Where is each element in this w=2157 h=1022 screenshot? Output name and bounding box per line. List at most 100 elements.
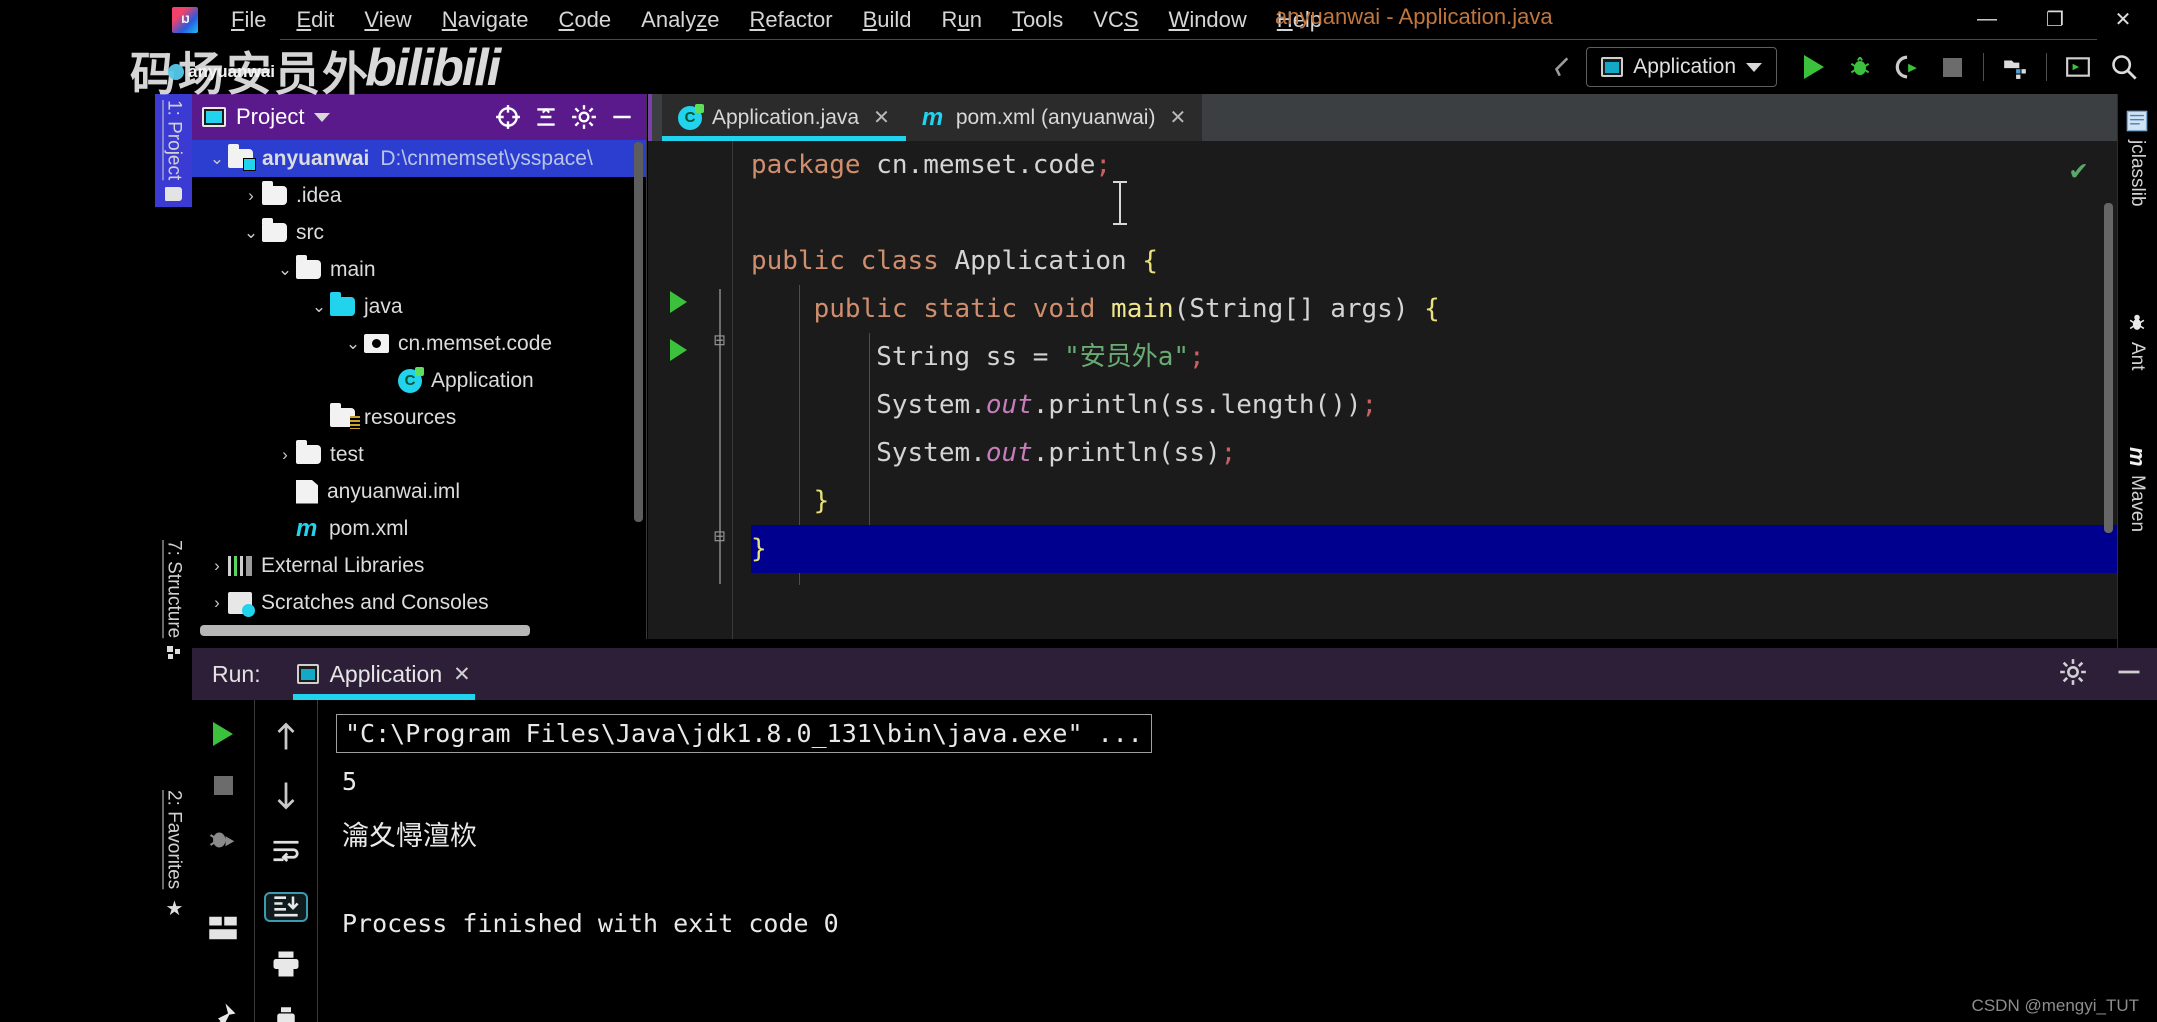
tree-row-idea[interactable]: › .idea bbox=[192, 177, 646, 214]
chevron-down-icon[interactable]: ⌄ bbox=[274, 260, 296, 280]
minimize-icon[interactable]: — bbox=[1953, 0, 2021, 39]
toolbar-separator bbox=[1983, 53, 1984, 81]
sidebar-item-project[interactable]: 1: Project bbox=[155, 94, 192, 208]
tree-row-resources[interactable]: resources bbox=[192, 399, 646, 436]
project-structure-icon[interactable] bbox=[1992, 47, 2038, 87]
tree-row-external-libraries[interactable]: › External Libraries bbox=[192, 547, 646, 584]
close-icon[interactable]: ✕ bbox=[453, 662, 471, 687]
pin-icon[interactable] bbox=[201, 1001, 245, 1022]
chevron-down-icon[interactable]: ⌄ bbox=[342, 334, 364, 354]
stop-icon[interactable] bbox=[201, 776, 245, 795]
menu-item-navigate[interactable]: Navigate bbox=[427, 5, 544, 35]
stop-icon[interactable] bbox=[1929, 47, 1975, 87]
up-arrow-icon[interactable] bbox=[264, 722, 308, 752]
scroll-to-end-icon[interactable] bbox=[264, 892, 308, 922]
gear-icon[interactable] bbox=[570, 103, 598, 131]
inspection-ok-icon[interactable]: ✔ bbox=[2070, 153, 2087, 186]
run-class-gutter-icon[interactable] bbox=[670, 291, 687, 313]
hide-icon[interactable] bbox=[2115, 658, 2143, 691]
print-icon[interactable] bbox=[264, 950, 308, 978]
restore-layout-icon[interactable] bbox=[2055, 47, 2101, 87]
gear-icon[interactable] bbox=[2059, 658, 2087, 691]
fold-collapse-icon[interactable]: ⊟ bbox=[711, 333, 728, 350]
chevron-right-icon[interactable]: › bbox=[240, 186, 262, 206]
tab-pom-xml[interactable]: m pom.xml (anyuanwai) ✕ bbox=[905, 94, 1203, 141]
run-icon[interactable] bbox=[1791, 47, 1837, 87]
tree-row-java[interactable]: ⌄ java bbox=[192, 288, 646, 325]
menu-item-edit[interactable]: Edit bbox=[281, 5, 349, 35]
sidebar-item-structure[interactable]: 7: Structure bbox=[155, 534, 192, 667]
down-arrow-icon[interactable] bbox=[264, 780, 308, 810]
layout-icon[interactable] bbox=[201, 915, 245, 941]
close-icon[interactable]: ✕ bbox=[1169, 105, 1186, 130]
code-line-3: public class Application { bbox=[751, 246, 1158, 276]
tree-row-pom[interactable]: m pom.xml bbox=[192, 510, 646, 547]
chevron-down-icon[interactable]: ⌄ bbox=[240, 223, 262, 243]
chevron-down-icon[interactable] bbox=[314, 112, 331, 122]
menu-item-file[interactable]: File bbox=[216, 5, 281, 35]
tree-row-application-class[interactable]: C Application bbox=[192, 362, 646, 399]
fold-collapse-icon-2[interactable]: ⊟ bbox=[711, 529, 728, 546]
sidebar-item-ant[interactable]: Ant bbox=[2117, 304, 2157, 379]
chevron-right-icon[interactable]: › bbox=[206, 593, 228, 613]
menu-item-build[interactable]: Build bbox=[848, 5, 927, 35]
chevron-right-icon[interactable]: › bbox=[274, 445, 296, 465]
back-arrow-icon[interactable] bbox=[1540, 47, 1586, 87]
trash-icon[interactable] bbox=[264, 1006, 308, 1022]
project-panel-header: Project bbox=[192, 94, 646, 140]
star-icon: ★ bbox=[162, 896, 185, 921]
editor-scrollbar[interactable] bbox=[2104, 203, 2113, 533]
search-everywhere-icon[interactable] bbox=[2101, 47, 2147, 87]
run-window-header: Run: Application ✕ bbox=[192, 648, 2157, 700]
tree-row-src[interactable]: ⌄ src bbox=[192, 214, 646, 251]
menu-item-tools[interactable]: Tools bbox=[997, 5, 1078, 35]
project-vertical-scrollbar[interactable] bbox=[634, 142, 643, 522]
hide-icon[interactable] bbox=[608, 103, 636, 131]
tree-row-scratches[interactable]: › Scratches and Consoles bbox=[192, 584, 646, 621]
collapse-all-icon[interactable] bbox=[532, 103, 560, 131]
project-horizontal-scrollbar[interactable] bbox=[200, 625, 530, 636]
window-controls: — ❐ ✕ bbox=[1953, 0, 2157, 39]
maximize-icon[interactable]: ❐ bbox=[2021, 0, 2089, 39]
left-tab-project-label: 1: Project bbox=[163, 100, 185, 181]
run-method-gutter-icon[interactable] bbox=[670, 339, 687, 361]
menu-item-run[interactable]: Run bbox=[927, 5, 997, 35]
rerun-icon[interactable] bbox=[201, 722, 245, 746]
close-icon[interactable]: ✕ bbox=[873, 105, 890, 130]
tab-application-java[interactable]: C Application.java ✕ bbox=[662, 94, 906, 141]
scroll-from-source-icon[interactable] bbox=[494, 103, 522, 131]
sidebar-item-jclasslib[interactable]: jclasslib bbox=[2117, 102, 2157, 215]
sidebar-item-maven[interactable]: m Maven bbox=[2117, 439, 2157, 540]
close-icon[interactable]: ✕ bbox=[2089, 0, 2157, 39]
toolbar-actions: Application bbox=[1540, 47, 2147, 87]
run-with-coverage-icon[interactable] bbox=[1883, 47, 1929, 87]
tree-row-iml[interactable]: anyuanwai.iml bbox=[192, 473, 646, 510]
tree-row-test[interactable]: › test bbox=[192, 436, 646, 473]
menu-item-code[interactable]: Code bbox=[544, 5, 627, 35]
tree-row-package[interactable]: ⌄ cn.memset.code bbox=[192, 325, 646, 362]
maven-icon: m bbox=[921, 103, 944, 131]
tree-label: java bbox=[364, 294, 403, 318]
debug-icon[interactable] bbox=[1837, 47, 1883, 87]
tree-row-anyuanwai[interactable]: ⌄ anyuanwai D:\cnmemset\ysspace\ bbox=[192, 140, 646, 177]
tree-label: Application bbox=[431, 368, 534, 392]
chevron-down-icon[interactable]: ⌄ bbox=[206, 149, 228, 169]
menu-item-analyze[interactable]: Analyze bbox=[626, 5, 734, 35]
tree-row-main[interactable]: ⌄ main bbox=[192, 251, 646, 288]
menu-item-view[interactable]: View bbox=[349, 5, 426, 35]
menu-item-vcs[interactable]: VCS bbox=[1078, 5, 1153, 35]
rerun-failed-icon[interactable] bbox=[201, 825, 245, 855]
run-configuration-selector[interactable]: Application bbox=[1586, 47, 1777, 87]
tree-label: Scratches and Consoles bbox=[261, 590, 489, 614]
console-output[interactable]: "C:\Program Files\Java\jdk1.8.0_131\bin\… bbox=[318, 700, 2157, 1022]
code-lines[interactable]: package cn.memset.code; public class App… bbox=[733, 141, 2117, 639]
soft-wrap-icon[interactable] bbox=[264, 838, 308, 864]
sidebar-item-favorites[interactable]: 2: Favorites ★ bbox=[155, 784, 192, 926]
editor-gutter[interactable]: ⊟ ⊟ bbox=[648, 141, 733, 639]
menu-item-refactor[interactable]: Refactor bbox=[734, 5, 847, 35]
menu-item-window[interactable]: Window bbox=[1154, 5, 1262, 35]
chevron-right-icon[interactable]: › bbox=[206, 556, 228, 576]
run-tab-application[interactable]: Application ✕ bbox=[283, 648, 485, 700]
code-editor[interactable]: ⊟ ⊟ package cn.memset.code; public class… bbox=[648, 141, 2117, 639]
chevron-down-icon[interactable]: ⌄ bbox=[308, 297, 330, 317]
